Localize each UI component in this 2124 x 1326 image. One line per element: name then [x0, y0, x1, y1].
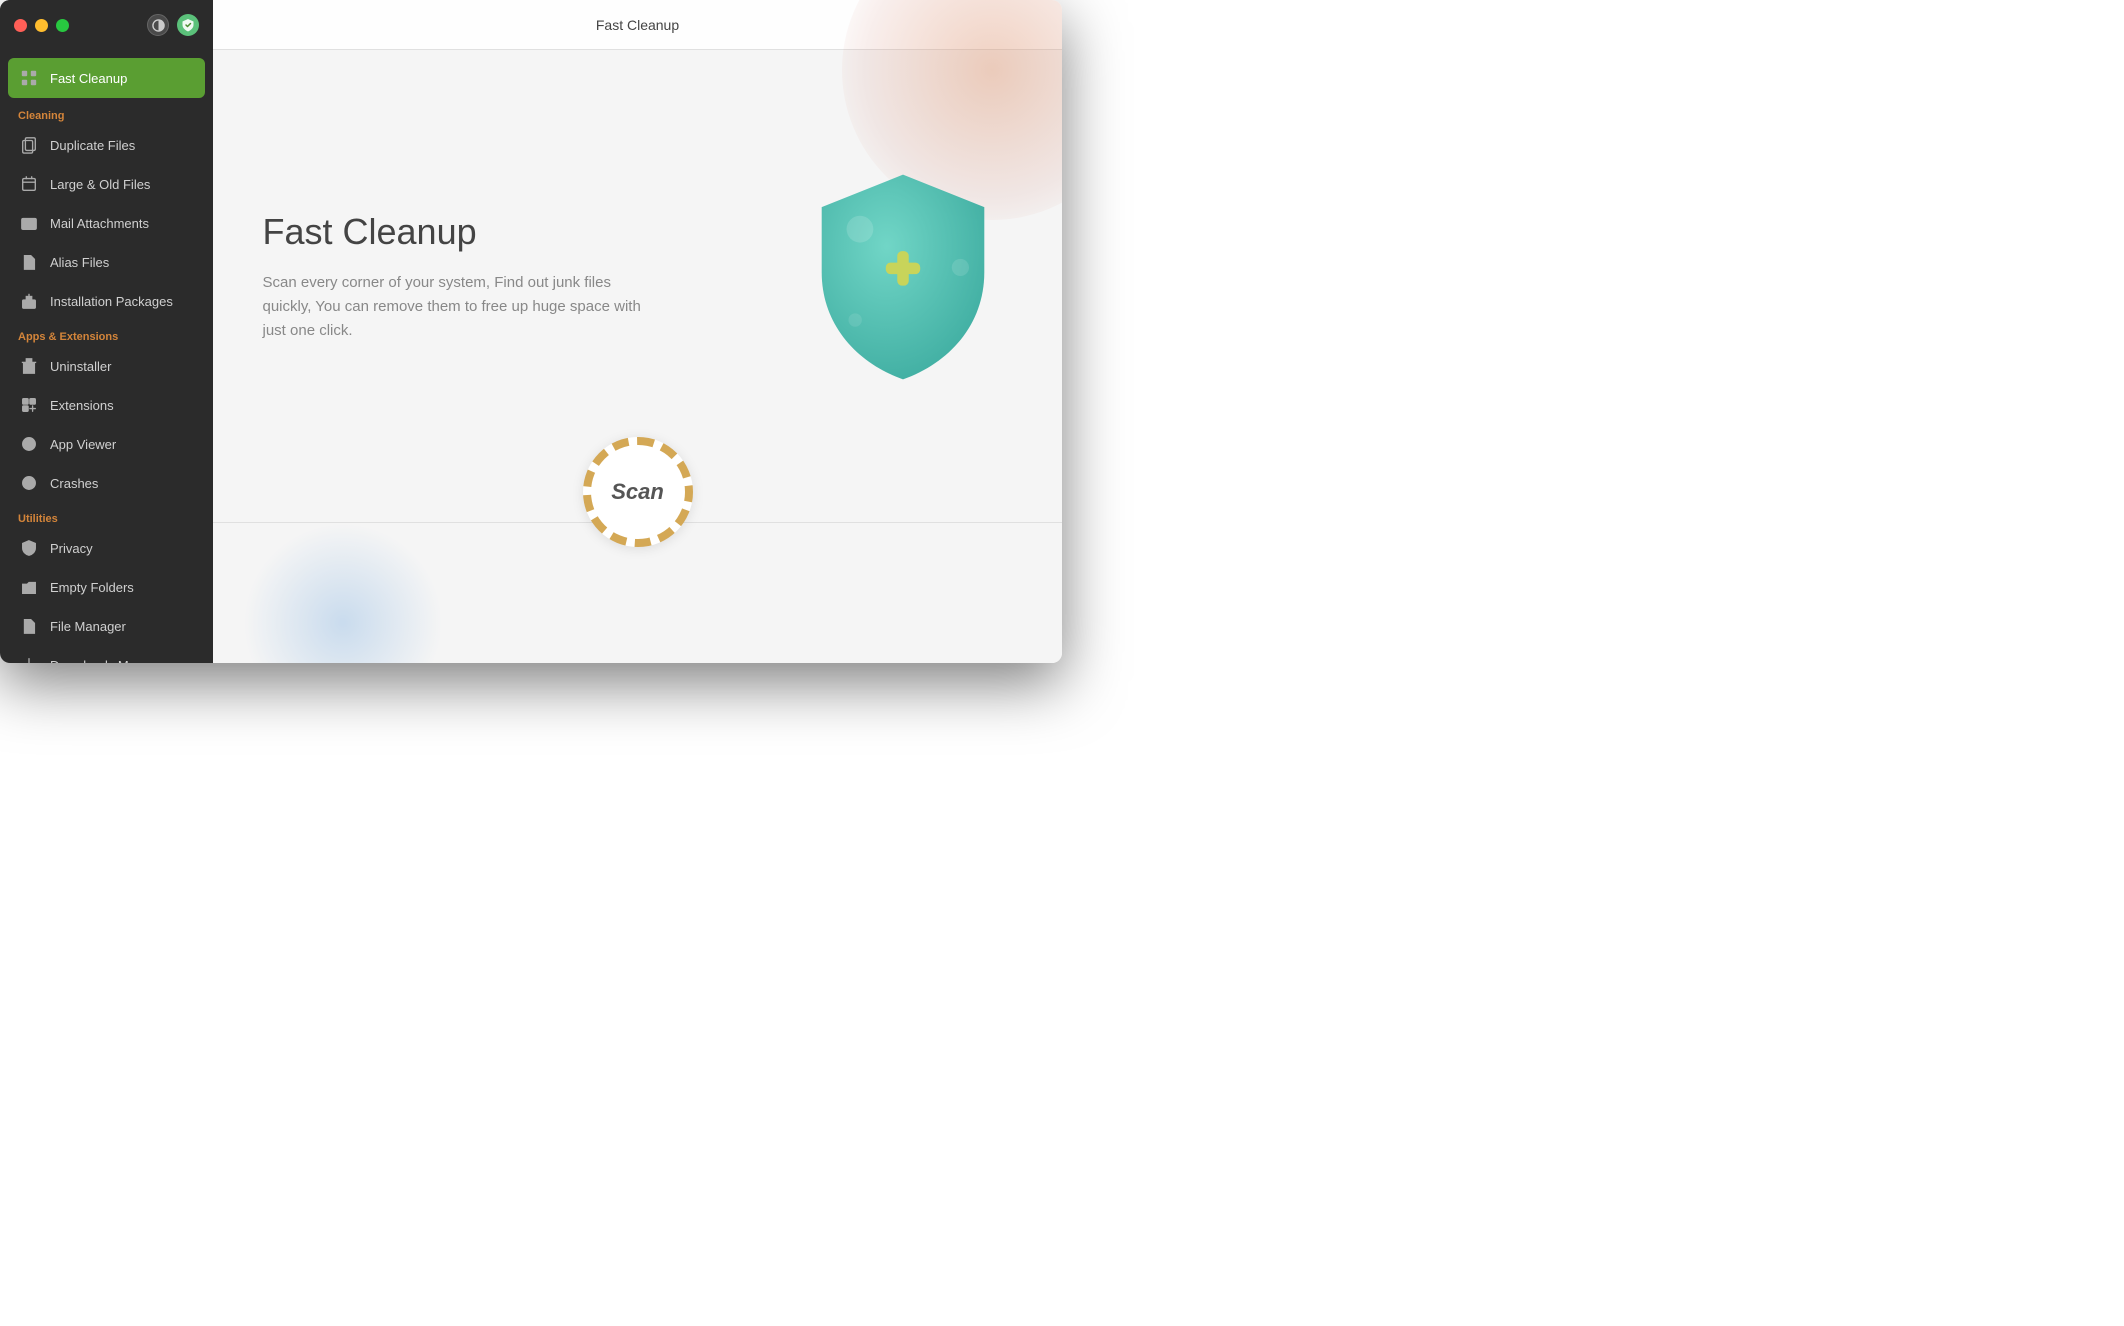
downloads-manager-icon: [18, 654, 40, 663]
installation-packages-label: Installation Packages: [50, 294, 173, 309]
sidebar-item-alias-files[interactable]: Alias Files: [8, 243, 205, 281]
empty-folders-icon: [18, 576, 40, 598]
content-area: Fast Cleanup Scan every corner of your s…: [213, 50, 1062, 663]
large-old-files-icon: [18, 173, 40, 195]
crashes-label: Crashes: [50, 476, 98, 491]
app-viewer-icon: [18, 433, 40, 455]
sidebar-item-downloads-manager[interactable]: Downloads Manager: [8, 646, 205, 663]
sidebar-item-fast-cleanup[interactable]: Fast Cleanup: [8, 58, 205, 98]
sidebar-item-crashes[interactable]: Crashes: [8, 464, 205, 502]
maximize-button[interactable]: [56, 19, 69, 32]
file-manager-icon: [18, 615, 40, 637]
downloads-manager-label: Downloads Manager: [50, 658, 169, 664]
utilities-section-label: Utilities: [0, 503, 213, 529]
minimize-button[interactable]: [35, 19, 48, 32]
topbar-title: Fast Cleanup: [596, 17, 679, 33]
mail-attachments-icon: [18, 212, 40, 234]
mail-attachments-label: Mail Attachments: [50, 216, 149, 231]
sidebar-item-large-old-files[interactable]: Large & Old Files: [8, 165, 205, 203]
shield-nav-icon[interactable]: [177, 14, 199, 36]
uninstaller-icon: [18, 355, 40, 377]
file-manager-label: File Manager: [50, 619, 126, 634]
contrast-icon[interactable]: [147, 14, 169, 36]
close-button[interactable]: [14, 19, 27, 32]
titlebar: [0, 0, 213, 50]
main-content: Fast Cleanup Fast Cleanup Scan every cor…: [213, 0, 1062, 663]
extensions-label: Extensions: [50, 398, 114, 413]
apps-extensions-section-label: Apps & Extensions: [0, 321, 213, 347]
large-old-files-label: Large & Old Files: [50, 177, 150, 192]
sidebar-navigation: Fast Cleanup Cleaning Duplicate Files: [0, 50, 213, 663]
sidebar-item-empty-folders[interactable]: Empty Folders: [8, 568, 205, 606]
feature-text-block: Fast Cleanup Scan every corner of your s…: [263, 211, 663, 343]
sidebar-item-mail-attachments[interactable]: Mail Attachments: [8, 204, 205, 242]
app-viewer-label: App Viewer: [50, 437, 116, 452]
cleaning-section-label: Cleaning: [0, 100, 213, 126]
installation-packages-icon: [18, 290, 40, 312]
shield-illustration: [793, 167, 1013, 387]
uninstaller-label: Uninstaller: [50, 359, 111, 374]
sidebar-item-file-manager[interactable]: File Manager: [8, 607, 205, 645]
sidebar-item-installation-packages[interactable]: Installation Packages: [8, 282, 205, 320]
alias-files-icon: [18, 251, 40, 273]
duplicate-files-label: Duplicate Files: [50, 138, 135, 153]
privacy-icon: [18, 537, 40, 559]
sidebar-item-privacy[interactable]: Privacy: [8, 529, 205, 567]
privacy-label: Privacy: [50, 541, 93, 556]
duplicate-files-icon: [18, 134, 40, 156]
fast-cleanup-icon: [18, 67, 40, 89]
feature-title: Fast Cleanup: [263, 211, 663, 253]
sidebar-item-label: Fast Cleanup: [50, 71, 127, 86]
sidebar-item-uninstaller[interactable]: Uninstaller: [8, 347, 205, 385]
feature-description: Scan every corner of your system, Find o…: [263, 271, 663, 343]
sidebar-item-extensions[interactable]: Extensions: [8, 386, 205, 424]
scan-button-wrapper: Scan: [583, 437, 693, 547]
sidebar: Fast Cleanup Cleaning Duplicate Files: [0, 0, 213, 663]
sidebar-item-app-viewer[interactable]: App Viewer: [8, 425, 205, 463]
extensions-icon: [18, 394, 40, 416]
topbar: Fast Cleanup: [213, 0, 1062, 50]
scan-button[interactable]: Scan: [583, 437, 693, 547]
titlebar-icons: [147, 14, 199, 36]
empty-folders-label: Empty Folders: [50, 580, 134, 595]
scan-button-label: Scan: [611, 479, 664, 505]
feature-row: Fast Cleanup Scan every corner of your s…: [263, 167, 1013, 387]
sidebar-item-duplicate-files[interactable]: Duplicate Files: [8, 126, 205, 164]
alias-files-label: Alias Files: [50, 255, 109, 270]
crashes-icon: [18, 472, 40, 494]
